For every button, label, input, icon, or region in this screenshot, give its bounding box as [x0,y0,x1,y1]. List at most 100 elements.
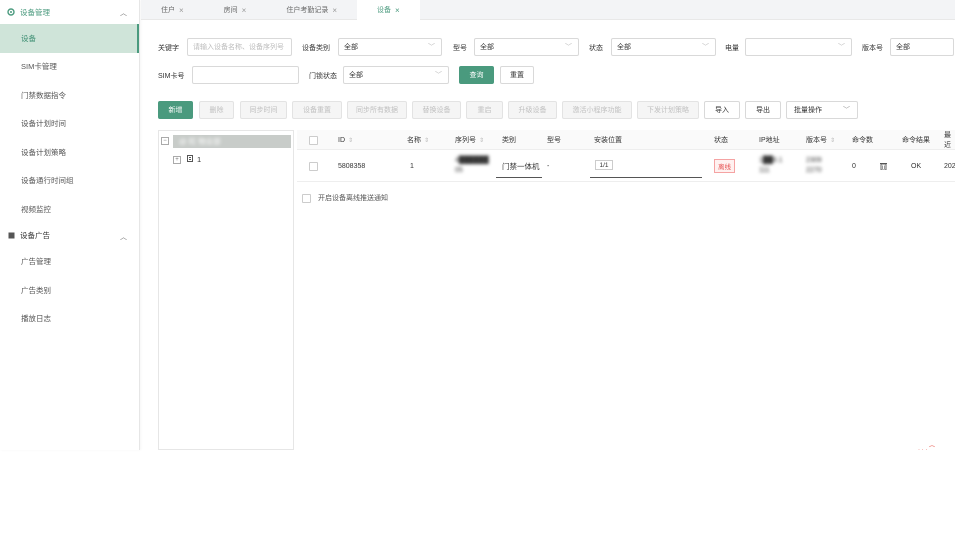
model-select[interactable]: 全部 ﹀ [474,38,579,56]
status-badge: 离线 [714,150,735,182]
sort-icon: ⇕ [348,137,354,144]
close-icon[interactable]: × [332,6,337,15]
close-icon[interactable]: × [179,6,184,15]
tab-bar: 住户 × 房间 × 住户考勤记录 × 设备 × [141,0,955,20]
delete-button[interactable]: 删除 [199,101,234,119]
header-recent: 最近 [944,132,951,149]
cell-serial: 4██████ 05 [455,157,489,174]
reset-button[interactable]: 重置 [500,66,534,84]
sidebar-group-device-ads[interactable]: 设备广告 ︿ [0,224,139,248]
device-table: ID ⇕ 名称 ⇕ 序列号 ⇕ 类别 型号 安装位置 状态 IP地址 版本号 ⇕ 命令数… [297,130,955,182]
reset-device-button[interactable]: 设备重置 [292,101,342,119]
sidebar-item-video[interactable]: 视频监控 [0,195,139,224]
cell-type: 门禁一体机 [496,156,542,178]
mini-program-button[interactable]: 激活小程序功能 [562,101,632,119]
model-label: 型号 [453,45,467,52]
close-icon[interactable]: × [395,6,400,15]
header-serial[interactable]: 序列号 ⇕ [455,130,484,150]
select-all-checkbox[interactable] [309,130,318,150]
floating-widget-icon[interactable]: · · · ⌒ [918,444,935,453]
power-select[interactable]: ﹀ [745,38,852,56]
power-label: 电量 [725,45,739,52]
header-model: 型号 [547,137,561,144]
offline-notify-toggle[interactable]: 开启设备离线推送通知 [302,193,388,203]
table-row[interactable]: 5808358 1 4██████ 05 门禁一体机 - 1/1 离线 1██8… [297,150,955,182]
cell-cmd-count: 0 [852,162,856,170]
export-button[interactable]: 导出 [745,101,781,119]
query-button[interactable]: 查询 [459,66,494,84]
sidebar: 设备管理 ︿ 设备 SIM卡管理 门禁数据指令 设备计划时间 设备计划策略 设备… [0,0,140,450]
building-icon [187,155,193,164]
offline-notify-checkbox[interactable] [302,193,311,203]
header-version[interactable]: 版本号 ⇕ [806,130,835,150]
cell-name: 1 [410,162,414,170]
restart-button[interactable]: 重启 [466,101,503,119]
tab-resident[interactable]: 住户 × [141,0,204,20]
tree-root-node[interactable]: − @ 旺 物业部 [161,134,291,148]
tree-root-label: @ 旺 物业部 [173,134,291,148]
sidebar-item-plan-strategy[interactable]: 设备计划策略 [0,138,139,167]
offline-notify-label: 开启设备离线推送通知 [318,195,388,202]
batch-dropdown[interactable]: 批量操作 ﹀ [786,101,858,119]
sidebar-group-label: 设备管理 [20,7,50,17]
import-button[interactable]: 导入 [704,101,740,119]
sort-icon: ⇕ [424,137,430,144]
cell-ip: 1██8.1 111 [759,157,783,174]
door-select[interactable]: 全部 ﹀ [343,66,449,84]
header-name[interactable]: 名称 ⇕ [407,130,429,150]
status-select[interactable]: 全部 ﹀ [611,38,716,56]
chevron-down-icon: ﹀ [565,44,572,51]
sort-icon: ⇕ [830,137,836,144]
header-ip: IP地址 [759,137,780,144]
chevron-down-icon: ﹀ [702,44,709,51]
category-select[interactable]: 全部 ﹀ [338,38,442,56]
keyword-label: 关键字 [158,45,179,52]
tab-attendance[interactable]: 住户考勤记录 × [266,0,357,20]
sim-input[interactable] [192,66,299,84]
cell-recent: 202 [944,162,955,170]
sidebar-item-play-log[interactable]: 播放日志 [0,305,139,334]
sidebar-item-plan-time[interactable]: 设备计划时间 [0,110,139,139]
version-select[interactable]: 全部 [890,38,954,56]
sidebar-item-ad-category[interactable]: 广告类别 [0,276,139,305]
sidebar-group-label: 设备广告 [20,231,50,240]
sort-icon: ⇕ [479,137,485,144]
collapse-icon[interactable]: − [161,137,169,145]
sidebar-item-access-data[interactable]: 门禁数据指令 [0,81,139,110]
tab-device[interactable]: 设备 × [357,0,420,20]
chevron-up-icon: ︿ [120,10,127,17]
cell-id: 5808358 [338,162,366,170]
sidebar-item-ad-management[interactable]: 广告管理 [0,248,139,277]
header-cmd-count: 命令数 [852,137,873,144]
sync-time-button[interactable]: 同步时间 [240,101,287,119]
keyword-input[interactable]: 请输入设备名称、设备序列号 [187,38,292,56]
door-label: 门锁状态 [309,73,337,80]
chevron-up-icon: ︿ [120,233,127,241]
org-tree: − @ 旺 物业部 + 1 [158,130,294,450]
cell-version: 2309 2270 [806,157,822,174]
row-checkbox[interactable] [309,150,318,182]
upgrade-button[interactable]: 升级设备 [508,101,557,119]
chevron-down-icon: ﹀ [838,44,845,51]
header-location: 安装位置 [594,137,622,144]
sidebar-item-sim[interactable]: SIM卡管理 [0,53,139,82]
sidebar-item-device[interactable]: 设备 [0,24,139,53]
tree-child-node[interactable]: + 1 [173,155,201,164]
table-header: ID ⇕ 名称 ⇕ 序列号 ⇕ 类别 型号 安装位置 状态 IP地址 版本号 ⇕ 命令数… [297,130,955,150]
tab-room[interactable]: 房间 × [204,0,267,20]
app: 设备管理 ︿ 设备 SIM卡管理 门禁数据指令 设备计划时间 设备计划策略 设备… [0,0,955,453]
version-label: 版本号 [862,45,883,52]
header-type: 类别 [502,137,516,144]
trash-icon[interactable] [880,150,887,182]
close-icon[interactable]: × [242,6,247,15]
sync-all-button[interactable]: 同步所有数据 [347,101,407,119]
issue-plan-button[interactable]: 下发计划策略 [637,101,699,119]
new-button[interactable]: 新增 [158,101,193,119]
sidebar-item-pass-time-group[interactable]: 设备通行时间组 [0,167,139,196]
header-status: 状态 [714,137,728,144]
sidebar-group-device-management[interactable]: 设备管理 ︿ [0,0,139,24]
chevron-down-icon: ﹀ [843,107,850,114]
header-id[interactable]: ID ⇕ [338,130,353,150]
expand-icon[interactable]: + [173,155,181,164]
replace-device-button[interactable]: 替换设备 [412,101,461,119]
